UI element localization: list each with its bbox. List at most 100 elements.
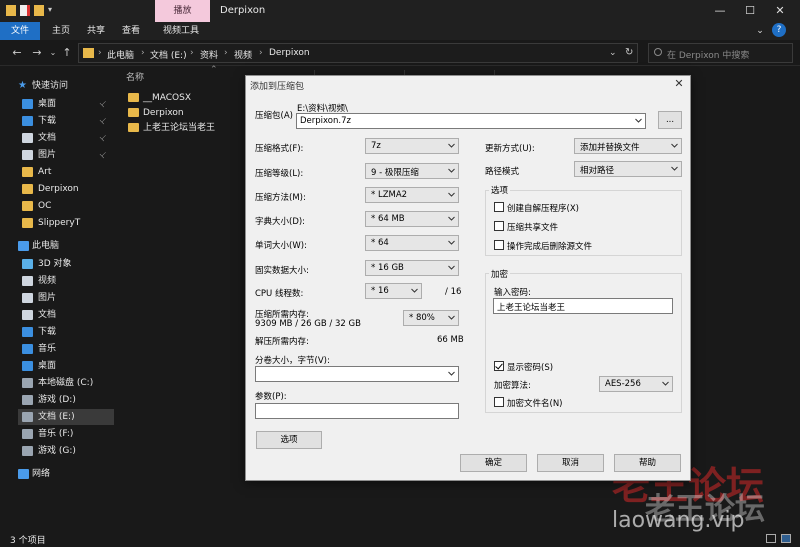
forward-arrow-icon[interactable]: → (30, 45, 44, 61)
sidebar-item[interactable]: SlipperyT (18, 215, 114, 231)
back-arrow-icon[interactable]: ← (10, 45, 24, 61)
password-input[interactable]: 上老王论坛当老王 (493, 298, 673, 314)
solid-size-select[interactable]: * 16 GB (365, 260, 459, 276)
sidebar-item[interactable]: 游戏 (G:) (18, 443, 114, 459)
sidebar-item[interactable]: Art (18, 164, 114, 180)
sidebar-item-label: 文档 (38, 133, 57, 143)
sidebar-item[interactable]: 音乐 (18, 341, 114, 357)
sidebar-item-label: 网络 (32, 469, 51, 479)
method-label: 压缩方法(M): (255, 193, 306, 203)
breadcrumb-videos[interactable]: 视频 (234, 48, 252, 61)
large-icons-view-icon[interactable] (781, 534, 791, 543)
breadcrumb-drive-e[interactable]: 文档 (E:) (150, 48, 187, 61)
sfx-checkbox[interactable] (494, 202, 504, 212)
help-button[interactable]: 帮助 (614, 454, 681, 472)
memory-percent-select[interactable]: * 80% (403, 310, 459, 326)
column-sort-icon[interactable]: ⌃ (210, 65, 218, 75)
encryption-method-select[interactable]: AES-256 (599, 376, 673, 392)
path-mode-select[interactable]: 相对路径 (574, 161, 682, 177)
tab-view[interactable]: 查看 (122, 22, 140, 40)
search-box[interactable]: 在 Derpixon 中搜索 (648, 43, 793, 63)
ribbon-tabs: 文件 主页 共享 查看 视频工具 ⌄ ? (0, 22, 800, 40)
recent-chevron-icon[interactable]: ⌄ (46, 45, 60, 61)
ribbon-expand-icon[interactable]: ⌄ (752, 23, 768, 39)
folder-icon (22, 259, 33, 269)
sidebar-item[interactable]: 网络 (10, 466, 114, 482)
split-size-input[interactable] (255, 366, 459, 382)
chevron-down-icon (448, 264, 455, 271)
level-select[interactable]: 9 - 极限压缩 (365, 163, 459, 179)
sidebar-item-label: 游戏 (G:) (38, 446, 76, 456)
sidebar-item[interactable]: 视频 (18, 273, 114, 289)
breadcrumb-this-pc[interactable]: 此电脑 (107, 48, 134, 61)
ok-button[interactable]: 确定 (460, 454, 527, 472)
sidebar-item-label: 图片 (38, 150, 57, 160)
refresh-icon[interactable]: ↻ (625, 47, 633, 58)
threads-select[interactable]: * 16 (365, 283, 422, 299)
sidebar-item[interactable]: ★ 快速访问 (10, 78, 114, 94)
tab-home[interactable]: 主页 (52, 22, 70, 40)
sidebar-item[interactable]: 文档 (18, 307, 114, 323)
address-bar[interactable]: › 此电脑 › 文档 (E:) › 资料 › 视频 › Derpixon ⌄ ↻ (78, 43, 638, 63)
folder-icon (22, 218, 33, 228)
folder-icon (128, 123, 139, 132)
dialog-close-icon[interactable]: ✕ (672, 77, 686, 91)
shared-checkbox[interactable] (494, 221, 504, 231)
sidebar-item[interactable]: 音乐 (F:) (18, 426, 114, 442)
sidebar-item[interactable]: OC (18, 198, 114, 214)
options-group-title: 选项 (489, 184, 511, 196)
encrypt-names-checkbox[interactable] (494, 397, 504, 407)
folder-icon (22, 361, 33, 371)
delete-source-checkbox[interactable] (494, 240, 504, 250)
dictionary-select[interactable]: * 64 MB (365, 211, 459, 227)
breadcrumb-materials[interactable]: 资料 (200, 48, 218, 61)
sidebar-item[interactable]: 桌面 (18, 358, 114, 374)
format-select[interactable]: 7z (365, 138, 459, 154)
customize-toolbar-icon[interactable]: ▾ (48, 5, 66, 16)
close-button[interactable]: ✕ (772, 3, 788, 19)
sidebar-item[interactable]: 此电脑 (10, 238, 114, 254)
shared-label: 压缩共享文件 (507, 223, 559, 233)
path-mode-label: 路径模式 (485, 167, 520, 177)
tab-share[interactable]: 共享 (87, 22, 105, 40)
new-folder-icon[interactable] (34, 5, 44, 16)
chevron-down-icon (448, 142, 455, 149)
sidebar-item[interactable]: Derpixon (18, 181, 114, 197)
sidebar-item[interactable]: 图片 (18, 290, 114, 306)
tab-file[interactable]: 文件 (0, 22, 40, 40)
quick-access-folder-icon[interactable] (6, 5, 16, 16)
properties-icon[interactable] (20, 5, 30, 16)
update-mode-select[interactable]: 添加并替换文件 (574, 138, 682, 154)
sidebar-item[interactable]: 本地磁盘 (C:) (18, 375, 114, 391)
chevron-down-icon[interactable] (448, 370, 455, 380)
search-input[interactable]: 在 Derpixon 中搜索 (667, 48, 749, 61)
context-tab-play[interactable]: 播放 (155, 0, 210, 22)
tab-video-tools[interactable]: 视频工具 (163, 22, 199, 40)
up-arrow-icon[interactable]: ↑ (60, 45, 74, 61)
show-password-checkbox[interactable] (494, 361, 504, 371)
minimize-button[interactable]: — (712, 3, 728, 19)
address-dropdown-icon[interactable]: ⌄ (609, 48, 617, 58)
maximize-button[interactable]: ☐ (742, 3, 758, 19)
help-icon[interactable]: ? (772, 23, 786, 37)
archive-name-input[interactable]: Derpixon.7z (296, 113, 646, 129)
details-view-icon[interactable] (766, 534, 776, 543)
sidebar-item-label: Art (38, 167, 52, 177)
sidebar-item[interactable]: 3D 对象 (18, 256, 114, 272)
word-size-select[interactable]: * 64 (365, 235, 459, 251)
sidebar-item[interactable]: 游戏 (D:) (18, 392, 114, 408)
browse-button[interactable]: ... (658, 111, 682, 129)
crumb-sep-icon: › (98, 48, 102, 58)
params-input[interactable] (255, 403, 459, 419)
password-label: 输入密码: (494, 288, 531, 298)
sidebar-item[interactable]: 下载 (18, 324, 114, 340)
options-button[interactable]: 选项 (256, 431, 322, 449)
column-header-name[interactable]: 名称 (126, 70, 144, 83)
chevron-down-icon[interactable] (635, 117, 642, 127)
cancel-button[interactable]: 取消 (537, 454, 604, 472)
threads-max: / 16 (445, 287, 462, 297)
sidebar-item[interactable]: 文档 (E:) (18, 409, 114, 425)
breadcrumb-derpixon[interactable]: Derpixon (269, 48, 310, 58)
method-select[interactable]: * LZMA2 (365, 187, 459, 203)
chevron-down-icon (448, 314, 455, 321)
